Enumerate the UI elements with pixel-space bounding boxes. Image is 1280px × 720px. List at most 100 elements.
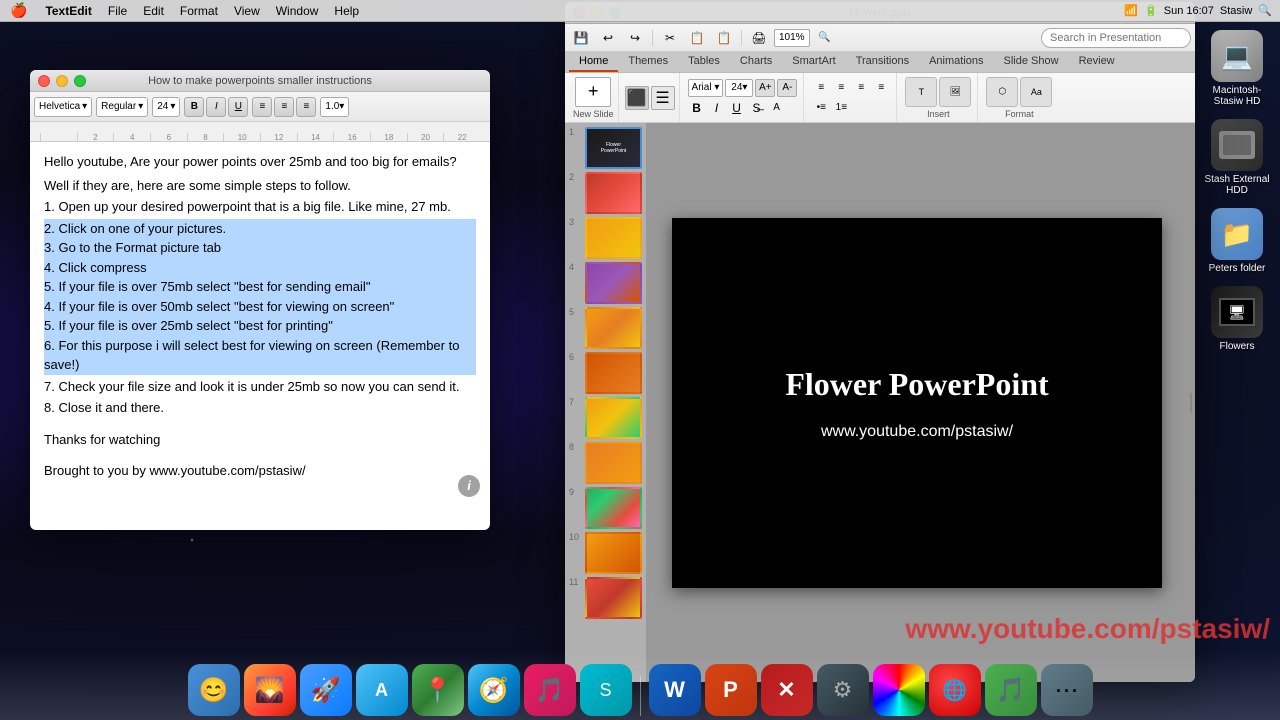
font-name-dropdown[interactable]: Arial ▾ — [688, 79, 724, 97]
separator1 — [652, 30, 653, 46]
bold-btn[interactable]: B — [688, 99, 706, 117]
dock-appstore[interactable]: A — [356, 664, 408, 716]
search-icon[interactable]: 🔍 — [1258, 4, 1272, 17]
ppt-undo-btn[interactable]: ↩ — [596, 26, 620, 50]
quick-styles-btn[interactable]: Aa — [1020, 77, 1052, 107]
tab-smartart[interactable]: SmartArt — [782, 52, 845, 72]
search-input[interactable] — [1041, 28, 1191, 48]
ppt-print-btn[interactable]: 🖨 — [747, 26, 771, 50]
new-slide-button[interactable]: + — [575, 77, 611, 107]
dock-misc-app[interactable]: ⋯ — [1041, 664, 1093, 716]
italic-button[interactable]: I — [206, 97, 226, 117]
dock-powerpoint[interactable]: P — [705, 664, 757, 716]
tab-themes[interactable]: Themes — [618, 52, 678, 72]
tab-charts[interactable]: Charts — [730, 52, 782, 72]
slide-thumb-2[interactable]: 2 — [569, 172, 642, 214]
desktop-icon-peters-folder[interactable]: 📁 Peters folder — [1202, 208, 1272, 274]
justify-btn[interactable]: ≡ — [872, 79, 890, 97]
underline-btn[interactable]: U — [728, 99, 746, 117]
font-style-dropdown[interactable]: Regular▾ — [96, 97, 148, 117]
slide-thumb-4[interactable]: 4 — [569, 262, 642, 304]
zoom-btn[interactable]: 🔍 — [813, 26, 837, 50]
ppt-active-slide[interactable]: Flower PowerPoint www.youtube.com/pstasi… — [672, 218, 1162, 588]
minimize-button[interactable] — [56, 75, 68, 87]
line-spacing-dropdown[interactable]: 1.0▾ — [320, 97, 349, 117]
dock-launchpad[interactable]: 🚀 — [300, 664, 352, 716]
dock-photos[interactable]: 🌄 — [244, 664, 296, 716]
outline-view-btn[interactable]: ☰ — [651, 86, 675, 110]
tab-animations[interactable]: Animations — [919, 52, 993, 72]
desktop-icon-macintosh[interactable]: 💻 Macintosh-Stasiw HD — [1202, 30, 1272, 107]
align-left-button[interactable]: ≡ — [252, 97, 272, 117]
number-list-btn[interactable]: 1≡ — [832, 99, 850, 117]
dock-finder[interactable]: 😊 — [188, 664, 240, 716]
ppt-slides-panel[interactable]: 1 FlowerPowerPoint 2 3 4 5 — [565, 123, 647, 682]
insert-text-btn[interactable]: T — [905, 77, 937, 107]
file-menu[interactable]: File — [100, 4, 135, 18]
ppt-save-btn[interactable]: 💾 — [569, 26, 593, 50]
font-size-dropdown[interactable]: 24▾ — [725, 79, 753, 97]
font-family-dropdown[interactable]: Helvetica▾ — [34, 97, 92, 117]
strikethrough-btn[interactable]: S̶ — [748, 99, 766, 117]
tab-slideshow[interactable]: Slide Show — [994, 52, 1069, 72]
dock-system-prefs[interactable]: ⚙ — [817, 664, 869, 716]
slide-thumb-11[interactable]: 11 — [569, 577, 642, 619]
arrange-btn[interactable]: ⬡ — [986, 77, 1018, 107]
insert-picture-btn[interactable]: 🖼 — [939, 77, 971, 107]
font-increase-btn[interactable]: A+ — [755, 79, 775, 97]
tab-tables[interactable]: Tables — [678, 52, 730, 72]
ppt-paste-btn[interactable]: 📋 — [712, 26, 736, 50]
dock-cross-app[interactable]: ✕ — [761, 664, 813, 716]
dock-skype[interactable]: S — [580, 664, 632, 716]
align-center-btn2[interactable]: ≡ — [832, 79, 850, 97]
align-right-button[interactable]: ≡ — [296, 97, 316, 117]
align-right-btn[interactable]: ≡ — [852, 79, 870, 97]
desktop-icon-stash-hdd[interactable]: Stash External HDD — [1202, 119, 1272, 196]
slide-thumb-5[interactable]: 5 — [569, 307, 642, 349]
slides-group: + New Slide — [569, 73, 619, 122]
app-name[interactable]: TextEdit — [37, 4, 99, 18]
slide-thumb-7[interactable]: 7 — [569, 397, 642, 439]
align-center-button[interactable]: ≡ — [274, 97, 294, 117]
slide-thumb-6[interactable]: 6 — [569, 352, 642, 394]
tab-review[interactable]: Review — [1069, 52, 1125, 72]
dock-safari[interactable]: 🧭 — [468, 664, 520, 716]
tab-home[interactable]: Home — [569, 52, 618, 72]
maximize-button[interactable] — [74, 75, 86, 87]
dock-globe-app[interactable]: 🌐 — [929, 664, 981, 716]
slide-thumb-10[interactable]: 10 — [569, 532, 642, 574]
underline-button[interactable]: U — [228, 97, 248, 117]
italic-btn[interactable]: I — [708, 99, 726, 117]
ppt-cut-btn[interactable]: ✂ — [658, 26, 682, 50]
slide-thumb-1[interactable]: 1 FlowerPowerPoint — [569, 127, 642, 169]
info-bubble[interactable]: i — [458, 475, 480, 497]
normal-view-btn[interactable]: ⬛ — [625, 86, 649, 110]
align-left-btn[interactable]: ≡ — [812, 79, 830, 97]
close-button[interactable] — [38, 75, 50, 87]
ppt-copy-btn[interactable]: 📋 — [685, 26, 709, 50]
slide-thumb-9[interactable]: 9 — [569, 487, 642, 529]
format-menu[interactable]: Format — [172, 4, 226, 18]
dock-maps[interactable]: 📍 — [412, 664, 464, 716]
dock-itunes[interactable]: 🎵 — [524, 664, 576, 716]
dock-music-app[interactable]: 🎵 — [985, 664, 1037, 716]
color-btn[interactable]: A — [768, 99, 786, 117]
slide-thumb-8[interactable]: 8 — [569, 442, 642, 484]
bold-button[interactable]: B — [184, 97, 204, 117]
window-menu[interactable]: Window — [268, 4, 327, 18]
dock-word[interactable]: W — [649, 664, 701, 716]
tab-transitions[interactable]: Transitions — [846, 52, 919, 72]
dock-color-picker[interactable] — [873, 664, 925, 716]
resize-handle[interactable] — [1187, 123, 1195, 682]
slide-thumb-3[interactable]: 3 — [569, 217, 642, 259]
ppt-redo-btn[interactable]: ↪ — [623, 26, 647, 50]
bullet-btn[interactable]: •≡ — [812, 99, 830, 117]
textedit-text-area[interactable]: Hello youtube, Are your power points ove… — [30, 142, 490, 507]
desktop-icon-flowers[interactable]: 🖥 Flowers — [1202, 286, 1272, 352]
view-menu[interactable]: View — [226, 4, 268, 18]
edit-menu[interactable]: Edit — [135, 4, 172, 18]
font-size-dropdown[interactable]: 24▾ — [152, 97, 180, 117]
apple-menu[interactable]: 🍎 — [0, 2, 37, 19]
font-decrease-btn[interactable]: A- — [777, 79, 797, 97]
help-menu[interactable]: Help — [326, 4, 367, 18]
